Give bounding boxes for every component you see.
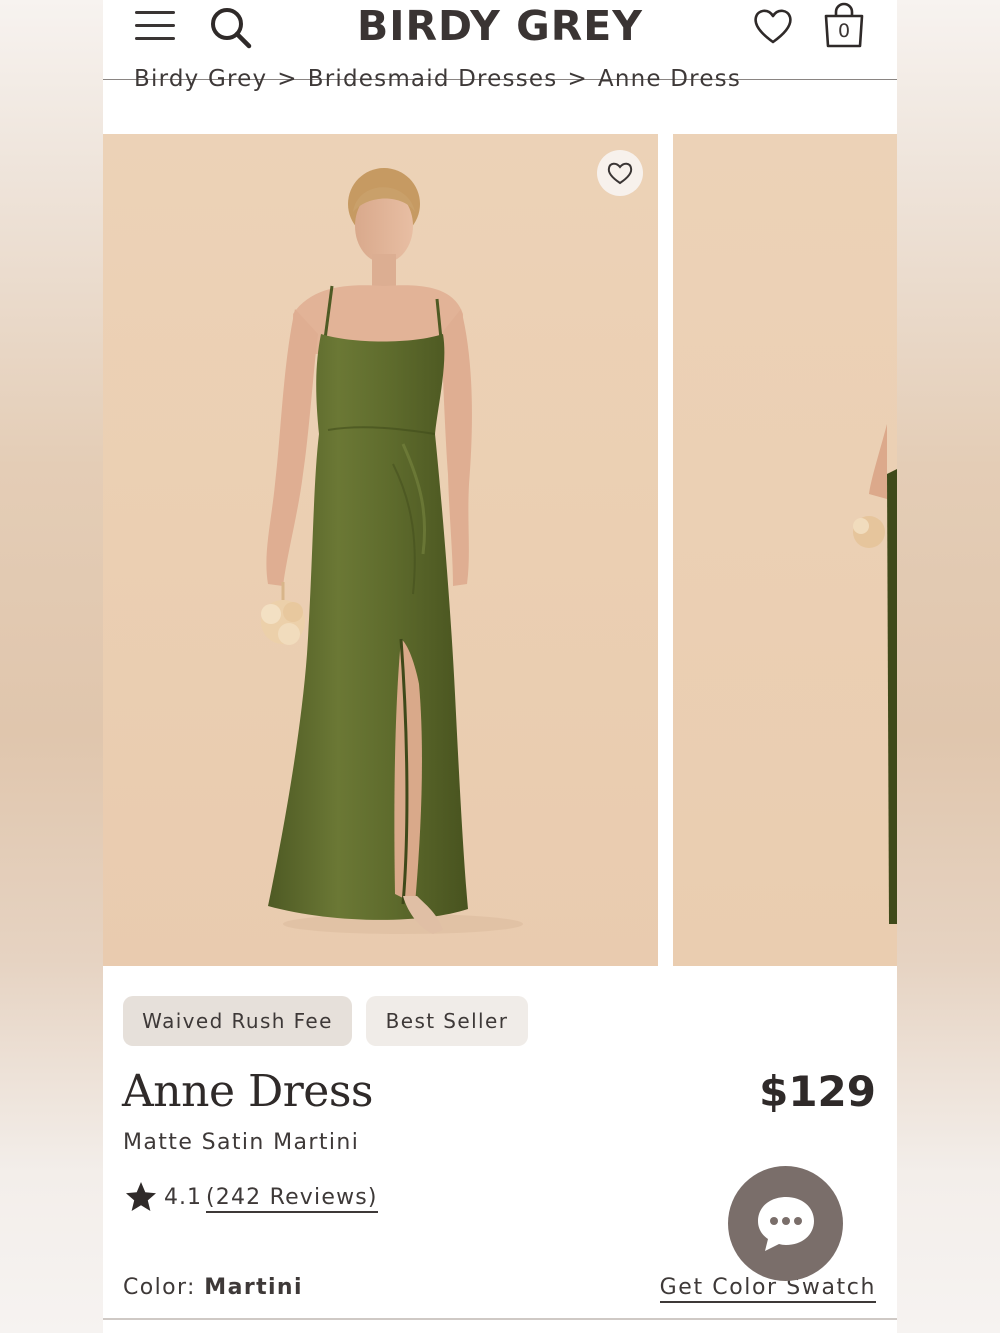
product-variant: Matte Satin Martini (123, 1130, 360, 1155)
model-partial-illustration (853, 424, 897, 924)
model-in-dress-illustration (261, 168, 523, 934)
reviews-link[interactable]: (242 Reviews) (206, 1185, 378, 1213)
cart-count: 0 (837, 20, 851, 42)
wishlist-heart-icon[interactable] (751, 4, 795, 48)
chat-bubble-icon (758, 1197, 814, 1251)
divider (103, 1318, 897, 1320)
heart-icon (607, 162, 633, 185)
breadcrumb-home[interactable]: Birdy Grey (134, 66, 267, 92)
get-color-swatch-link[interactable]: Get Color Swatch (659, 1275, 876, 1303)
favorite-button[interactable] (597, 150, 643, 196)
chat-button[interactable] (728, 1166, 843, 1281)
color-value: Martini (204, 1275, 303, 1300)
product-title: Anne Dress (122, 1066, 374, 1117)
rating-value: 4.1 (164, 1185, 202, 1210)
badge-waived-rush-fee: Waived Rush Fee (123, 996, 352, 1046)
breadcrumb-separator: > (277, 66, 298, 92)
breadcrumb-category[interactable]: Bridesmaid Dresses (308, 66, 558, 92)
product-image-gallery[interactable] (103, 134, 897, 966)
product-image-next[interactable] (673, 134, 897, 966)
color-label: Color: Martini (123, 1275, 303, 1300)
breadcrumb-current[interactable]: Anne Dress (598, 66, 741, 92)
mobile-page: BIRDY GREY 0 Birdy Grey > Bridesmaid Dress… (103, 0, 897, 1333)
badge-best-seller: Best Seller (366, 996, 528, 1046)
star-icon (126, 1182, 156, 1211)
product-image-main[interactable] (103, 134, 658, 966)
product-price: $129 (759, 1067, 876, 1116)
breadcrumb: Birdy Grey > Bridesmaid Dresses > Anne Dress (134, 66, 741, 106)
breadcrumb-separator: > (567, 66, 588, 92)
color-label-text: Color: (123, 1275, 196, 1300)
shopping-bag-icon[interactable]: 0 (821, 2, 867, 52)
